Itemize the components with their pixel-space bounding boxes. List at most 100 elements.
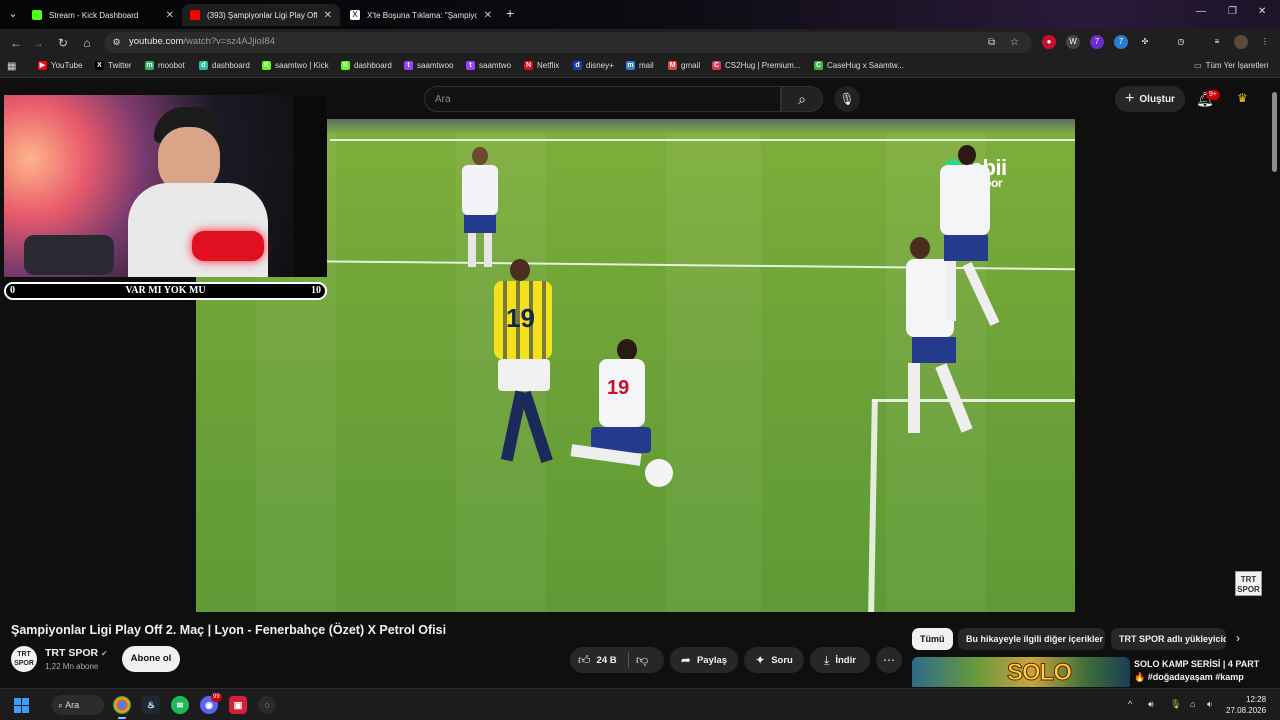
video-player[interactable]: ✽tabii spor 19 19	[196, 119, 1075, 612]
download-button[interactable]: ⤓ İndir	[810, 647, 870, 673]
network-icon[interactable]: ⌂	[1190, 699, 1195, 709]
windows-taskbar: ⌕ Ara ♨ ≋ ◉ 99 ▣ ◌ ^ 🔊︎ 🎙 ⌂ 🔉︎ 12:28 27.…	[0, 688, 1280, 720]
history-icon[interactable]: ◷	[1174, 35, 1188, 49]
chip-from-uploader[interactable]: TRT SPOR adlı yükleyicid	[1111, 628, 1226, 650]
reload-icon[interactable]: ↻	[55, 35, 71, 51]
like-divider	[628, 652, 629, 668]
tshirt	[128, 183, 268, 277]
windows-start-icon[interactable]	[14, 698, 29, 713]
close-icon[interactable]: ✕	[166, 10, 174, 21]
bookmark-8[interactable]: N Netflix	[524, 61, 559, 70]
extension-icon[interactable]: ●	[1042, 35, 1056, 49]
plus-icon: +	[1125, 90, 1135, 107]
bookmark-10[interactable]: m mail	[626, 61, 654, 70]
bookmark-12[interactable]: C CS2Hug | Premium...	[712, 61, 800, 70]
chevron-right-icon[interactable]: ›	[1236, 631, 1240, 645]
app-icon[interactable]: ◌	[258, 696, 276, 714]
tab-search-icon[interactable]: ⌄	[4, 6, 22, 22]
premium-icon[interactable]: ♛	[1237, 91, 1248, 105]
url-host: youtube.com	[129, 36, 184, 47]
youtube-icon: ▶	[38, 61, 47, 70]
bookmark-4[interactable]: Ksaamtwo | Kick	[262, 61, 329, 70]
tab-kick-dashboard[interactable]: Stream - Kick Dashboard ✕	[24, 4, 182, 26]
menu-icon[interactable]: ⋮	[1258, 35, 1272, 49]
volume-icon[interactable]: 🔉︎	[1207, 699, 1213, 710]
taskbar-search[interactable]: ⌕ Ara	[52, 695, 104, 715]
back-icon[interactable]: ←	[8, 35, 24, 51]
create-button[interactable]: + Oluştur	[1115, 86, 1185, 112]
netflix-icon: N	[524, 61, 533, 70]
jersey-number: 19	[506, 303, 535, 333]
bookmarks-bar: ▦ ▶ YouTube X Twitter m moobot d dashboard Ksaam…	[0, 56, 1280, 78]
clock[interactable]: 12:28 27.08.2026	[1226, 694, 1266, 716]
bookmark-3[interactable]: d dashboard	[199, 61, 250, 70]
minimize-icon[interactable]: —	[1196, 6, 1206, 17]
bookmark-2[interactable]: m moobot	[145, 61, 185, 70]
search-button[interactable]: ⌕	[781, 86, 823, 112]
close-icon[interactable]: ✕	[484, 10, 492, 21]
extension-icon[interactable]: W	[1066, 35, 1080, 49]
folder-icon: ▭	[1194, 61, 1202, 70]
tray-chevron-icon[interactable]: ^	[1128, 699, 1132, 709]
extension-icon[interactable]: 7	[1090, 35, 1104, 49]
address-bar[interactable]: ⚙ youtube.com/watch?v=sz4AJjioI84 ⧉ ☆	[104, 32, 1032, 53]
bookmark-label: Twitter	[108, 61, 132, 70]
clock-time: 12:28	[1246, 695, 1267, 704]
bookmark-5[interactable]: Kdashboard	[341, 61, 392, 70]
discord-badge: 99	[211, 693, 222, 702]
app-icon[interactable]: ▣	[229, 696, 247, 714]
subscribe-button[interactable]: Abone ol	[122, 646, 180, 672]
close-window-icon[interactable]: ✕	[1258, 6, 1266, 17]
maximize-icon[interactable]: ❐	[1228, 6, 1237, 17]
ask-button[interactable]: ✦ Soru	[744, 647, 804, 673]
jersey-number: 19	[607, 377, 630, 399]
share-button[interactable]: ➦ Paylaş	[670, 647, 738, 673]
thumbs-down-icon: 👎︎	[636, 652, 649, 667]
chrome-icon[interactable]	[113, 696, 131, 719]
more-actions-button[interactable]: ⋯	[876, 647, 902, 673]
apps-grid-icon[interactable]: ▦	[7, 61, 16, 72]
voice-search-button[interactable]: 🎙	[834, 86, 860, 112]
recommended-video-thumbnail[interactable]: SOLO KAMP	[912, 657, 1130, 687]
mouse-pad	[24, 235, 114, 275]
x-icon: X	[95, 61, 104, 70]
chip-related-story[interactable]: Bu hikayeyle ilgili diğer içerikler	[958, 628, 1105, 650]
speaker-icon[interactable]: 🔊︎	[1148, 699, 1154, 710]
steam-icon[interactable]: ♨	[142, 696, 160, 714]
url-text[interactable]: youtube.com/watch?v=sz4AJjioI84	[129, 36, 275, 47]
channel-avatar[interactable]: TRT SPOR	[11, 646, 37, 672]
extensions-puzzle-icon[interactable]: ✣	[1138, 35, 1152, 49]
url-path: /watch?v=sz4AJjioI84	[183, 36, 276, 47]
reading-list-icon[interactable]: ≡	[1210, 35, 1224, 49]
home-icon[interactable]: ⌂	[79, 35, 95, 51]
channel-name[interactable]: TRT SPOR ✔	[45, 647, 108, 659]
close-icon[interactable]: ✕	[324, 10, 332, 21]
dislike-button[interactable]: 👎︎	[636, 647, 648, 673]
extension-icon[interactable]: 7	[1114, 35, 1128, 49]
tab-x[interactable]: X X'te Boşuna Tıklama: "Şampiyo ✕	[342, 4, 500, 26]
recommended-video-title[interactable]: SOLO KAMP SERİSİ | 4 PART 🔥 #doğadayaşam…	[1134, 658, 1264, 684]
bookmark-11[interactable]: Mgmail	[668, 61, 700, 70]
bookmark-9[interactable]: d disney+	[573, 61, 614, 70]
site-info-icon[interactable]: ⚙	[110, 36, 123, 49]
like-button[interactable]: 👍︎ 24 B	[578, 647, 617, 673]
new-tab-icon[interactable]: +	[506, 5, 514, 21]
install-icon[interactable]: ⧉	[988, 37, 995, 48]
bookmark-star-icon[interactable]: ☆	[1010, 37, 1019, 48]
tab-youtube[interactable]: (393) Şampiyonlar Ligi Play Off ✕	[182, 4, 340, 26]
mic-tray-icon[interactable]: 🎙	[1170, 699, 1181, 710]
all-bookmarks-folder[interactable]: ▭ Tüm Yer İşaretleri	[1194, 61, 1268, 70]
forward-icon[interactable]: →	[30, 35, 46, 51]
bookmark-1[interactable]: X Twitter	[95, 61, 132, 70]
profile-avatar[interactable]	[1234, 35, 1248, 49]
bookmark-label: saamtwo	[479, 61, 512, 70]
spotify-icon[interactable]: ≋	[171, 696, 189, 714]
all-bookmarks-label: Tüm Yer İşaretleri	[1205, 61, 1269, 70]
search-input[interactable]: Ara	[424, 86, 781, 112]
bookmark-13[interactable]: C CaseHug x Saamtw...	[814, 61, 904, 70]
chip-all[interactable]: Tümü	[912, 628, 953, 650]
page-scrollbar[interactable]	[1272, 92, 1277, 172]
bookmark-7[interactable]: t saamtwo	[466, 61, 511, 70]
bookmark-6[interactable]: t saamtwoo	[404, 61, 453, 70]
bookmark-0[interactable]: ▶ YouTube	[38, 61, 82, 70]
